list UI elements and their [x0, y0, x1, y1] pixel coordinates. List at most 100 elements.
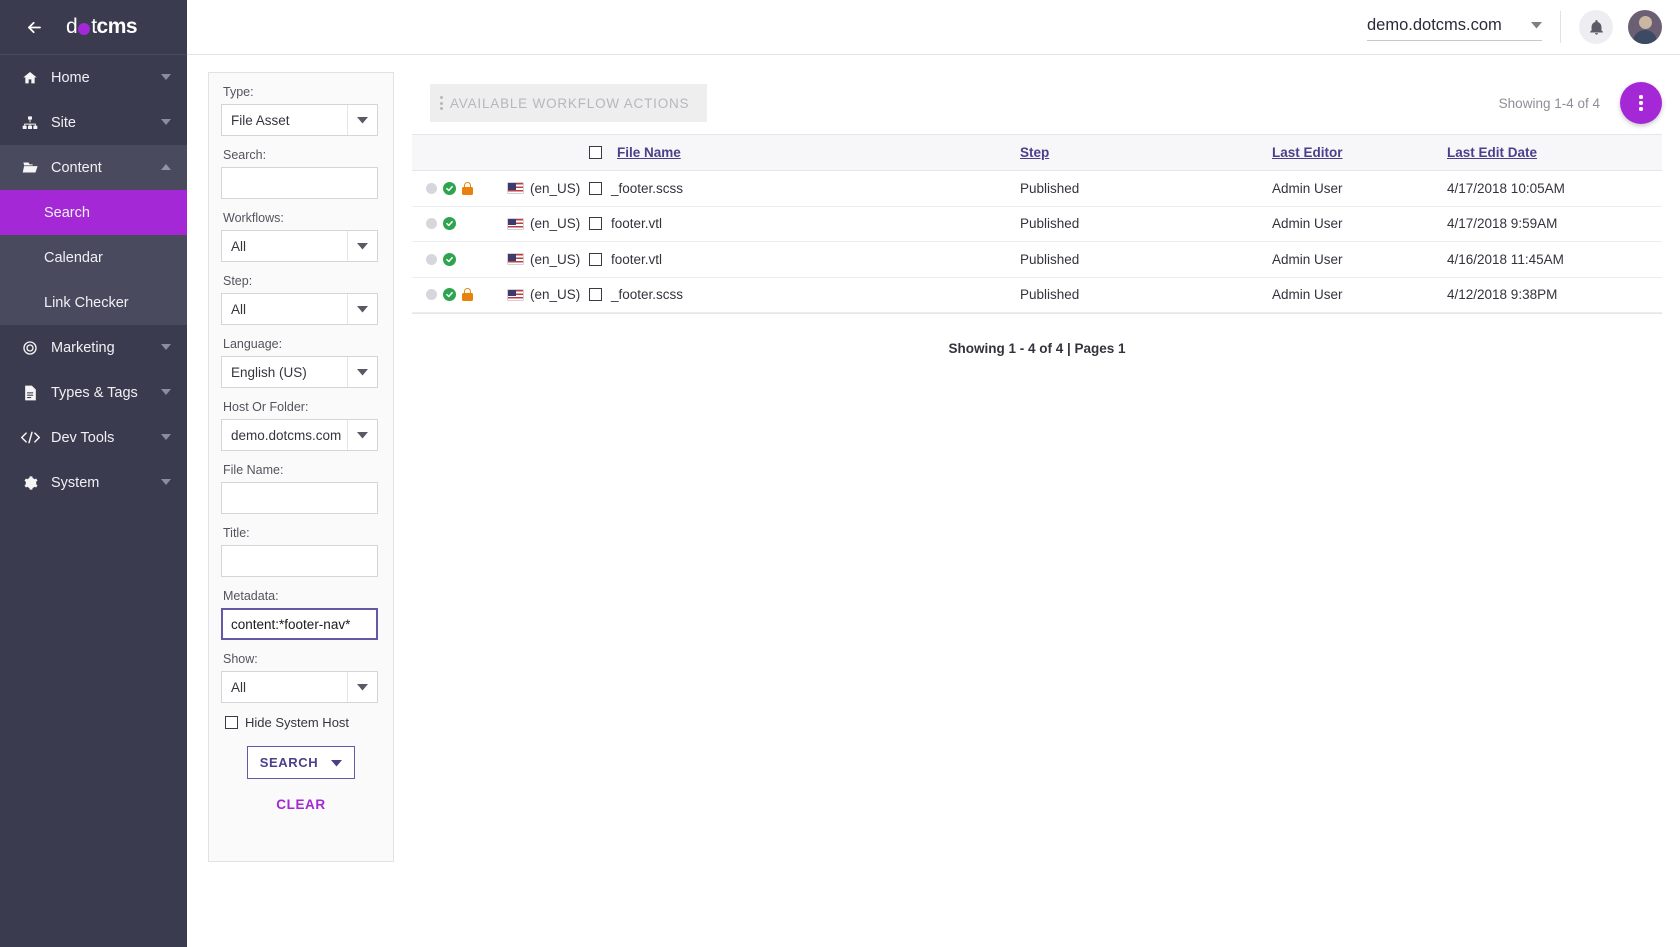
results-panel: AVAILABLE WORKFLOW ACTIONS Showing 1-4 o… — [412, 72, 1662, 947]
filter-search-label: Search: — [223, 148, 381, 162]
row-last-edit-date-cell: 4/17/2018 10:05AM — [1447, 171, 1662, 207]
row-last-edit-date-cell: 4/12/2018 9:38PM — [1447, 277, 1662, 313]
code-icon — [20, 430, 40, 445]
sidebar-item-site[interactable]: Site — [0, 100, 187, 145]
folder-icon — [20, 159, 40, 176]
host-select-value: demo.dotcms.com — [222, 428, 347, 443]
sidebar-item-content[interactable]: Content — [0, 145, 187, 190]
filter-show: Show: All — [221, 652, 381, 703]
actions-fab-button[interactable] — [1620, 82, 1662, 124]
row-file-name-label: footer.vtl — [611, 216, 662, 231]
locked-icon — [462, 182, 473, 195]
main-area: demo.dotcms.com Type: — [187, 0, 1680, 947]
sidebar-item-home[interactable]: Home — [0, 55, 187, 100]
sidebar-item-label: Marketing — [51, 340, 161, 356]
row-select-checkbox[interactable] — [589, 217, 602, 230]
chevron-down-icon — [347, 105, 377, 135]
search-button[interactable]: SEARCH — [247, 746, 356, 779]
avatar[interactable] — [1628, 10, 1662, 44]
filter-search: Search: — [221, 148, 381, 199]
table-row[interactable]: (en_US) _footer.scss Published Admin Use… — [412, 277, 1662, 313]
host-or-folder-select[interactable]: demo.dotcms.com — [221, 419, 378, 451]
table-row[interactable]: (en_US) _footer.scss Published Admin Use… — [412, 171, 1662, 207]
show-select[interactable]: All — [221, 671, 378, 703]
title-input[interactable] — [221, 545, 378, 577]
search-input[interactable] — [221, 167, 378, 199]
table-row[interactable]: (en_US) footer.vtl Published Admin User … — [412, 242, 1662, 278]
published-check-icon — [443, 288, 456, 301]
column-header-file-name[interactable]: File Name — [589, 135, 1020, 171]
filter-host-or-folder: Host Or Folder: demo.dotcms.com — [221, 400, 381, 451]
sidebar-subitem-label: Link Checker — [44, 295, 129, 311]
step-select[interactable]: All — [221, 293, 378, 325]
us-flag-icon — [507, 253, 524, 265]
row-last-editor-label: Admin User — [1272, 287, 1343, 302]
published-check-icon — [443, 182, 456, 195]
language-select[interactable]: English (US) — [221, 356, 378, 388]
row-file-name-label: _footer.scss — [611, 181, 683, 196]
sidebar-item-search[interactable]: Search — [0, 190, 187, 235]
sort-file-name-link[interactable]: File Name — [617, 145, 681, 160]
row-last-edit-date-cell: 4/16/2018 11:45AM — [1447, 242, 1662, 278]
column-header-last-edit-date[interactable]: Last Edit Date — [1447, 135, 1662, 171]
file-name-input[interactable] — [221, 482, 378, 514]
sidebar-item-dev-tools[interactable]: Dev Tools — [0, 415, 187, 460]
type-select[interactable]: File Asset — [221, 104, 378, 136]
avatar-body — [1633, 30, 1657, 44]
sidebar-item-calendar[interactable]: Calendar — [0, 235, 187, 280]
row-file-name-label: footer.vtl — [611, 252, 662, 267]
sidebar-item-link-checker[interactable]: Link Checker — [0, 280, 187, 325]
row-status-cell — [412, 242, 507, 278]
bell-icon[interactable] — [1579, 10, 1613, 44]
row-select-checkbox[interactable] — [589, 288, 602, 301]
workflows-select[interactable]: All — [221, 230, 378, 262]
sidebar-subnav-content: Search Calendar Link Checker — [0, 190, 187, 325]
avatar-head — [1639, 16, 1652, 29]
dotcms-logo: d t cms — [66, 15, 137, 39]
row-last-editor-cell: Admin User — [1272, 206, 1447, 242]
metadata-input[interactable] — [221, 608, 378, 640]
column-header-last-editor[interactable]: Last Editor — [1272, 135, 1447, 171]
select-all-checkbox[interactable] — [589, 146, 602, 159]
site-selector[interactable]: demo.dotcms.com — [1367, 14, 1542, 41]
hide-system-host-checkbox[interactable]: Hide System Host — [225, 715, 381, 730]
sidebar-item-marketing[interactable]: Marketing — [0, 325, 187, 370]
chevron-up-icon — [161, 163, 171, 173]
column-header-step[interactable]: Step — [1020, 135, 1272, 171]
search-filters-panel: Type: File Asset Search: Workflows: — [208, 72, 394, 862]
filter-step-label: Step: — [223, 274, 381, 288]
checkbox-box — [225, 716, 238, 729]
chevron-down-icon — [331, 755, 342, 770]
sidebar-item-system[interactable]: System — [0, 460, 187, 505]
sort-last-editor-link[interactable]: Last Editor — [1272, 145, 1343, 160]
chevron-down-icon — [347, 294, 377, 324]
unpublished-dot-icon — [426, 183, 437, 194]
sidebar-item-label: Content — [51, 160, 161, 176]
row-language-cell: (en_US) — [507, 277, 589, 313]
more-vertical-icon — [1639, 95, 1642, 110]
site-selector-label: demo.dotcms.com — [1367, 16, 1502, 35]
row-last-editor-cell: Admin User — [1272, 171, 1447, 207]
row-file-name-cell: _footer.scss — [589, 277, 1020, 313]
row-select-checkbox[interactable] — [589, 182, 602, 195]
row-select-checkbox[interactable] — [589, 253, 602, 266]
sort-last-edit-date-link[interactable]: Last Edit Date — [1447, 145, 1537, 160]
published-check-icon — [443, 253, 456, 266]
workflow-actions-label: AVAILABLE WORKFLOW ACTIONS — [450, 96, 689, 111]
back-arrow-icon[interactable] — [24, 17, 44, 37]
table-row[interactable]: (en_US) footer.vtl Published Admin User … — [412, 206, 1662, 242]
chevron-down-icon — [161, 118, 171, 128]
logo-text-start: d — [66, 15, 77, 39]
home-icon — [20, 70, 40, 86]
chevron-down-icon — [1531, 16, 1542, 34]
sidebar-item-types-tags[interactable]: Types & Tags — [0, 370, 187, 415]
chevron-down-icon — [161, 388, 171, 398]
top-bar: demo.dotcms.com — [187, 0, 1680, 55]
topbar-divider — [1560, 11, 1561, 43]
sort-step-link[interactable]: Step — [1020, 145, 1049, 160]
available-workflow-actions-button[interactable]: AVAILABLE WORKFLOW ACTIONS — [430, 84, 707, 122]
row-step-label: Published — [1020, 216, 1079, 231]
clear-button[interactable]: CLEAR — [270, 796, 332, 813]
sidebar-item-label: Home — [51, 70, 161, 86]
row-last-editor-cell: Admin User — [1272, 242, 1447, 278]
